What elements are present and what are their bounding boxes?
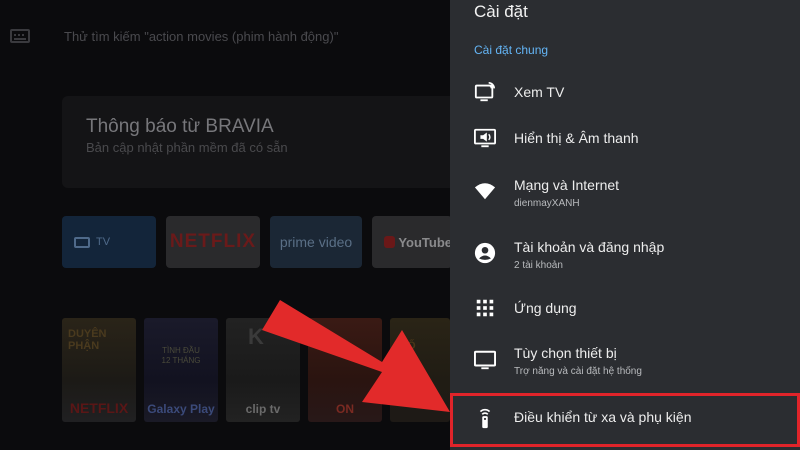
poster-provider-label: Galaxy Play bbox=[147, 402, 215, 416]
keyboard-icon[interactable] bbox=[10, 29, 30, 43]
poster-provider-label: clip tv bbox=[245, 402, 281, 416]
poster-provider-label: NETFLIX bbox=[69, 400, 129, 416]
menu-item-title: Điều khiển từ xa và phụ kiện bbox=[514, 409, 692, 425]
search-hint: Thử tìm kiếm "action movies (phim hành đ… bbox=[64, 28, 339, 44]
apps-grid-icon bbox=[474, 297, 496, 319]
notification-subtitle: Bản cập nhật phần mềm đã có sẵn bbox=[86, 140, 288, 155]
app-tile-tv[interactable]: TV bbox=[62, 216, 156, 268]
menu-item-title: Mạng và Internet bbox=[514, 177, 620, 193]
home-screen-background: Thử tìm kiếm "action movies (phim hành đ… bbox=[0, 0, 450, 450]
menu-item-remotes-accessories[interactable]: Điều khiển từ xa và phụ kiện bbox=[450, 393, 800, 447]
monitor-icon bbox=[474, 349, 496, 371]
app-tile-youtube[interactable]: YouTube bbox=[372, 216, 450, 268]
app-label: prime video bbox=[279, 234, 353, 250]
notification-card[interactable]: Thông báo từ BRAVIA Bản cập nhật phần mề… bbox=[62, 96, 450, 188]
content-poster[interactable]: DUYÊN PHẬN NETFLIX bbox=[62, 318, 136, 422]
poster-art-text: DUYÊN PHẬN bbox=[68, 328, 107, 352]
app-tile-netflix[interactable]: NETFLIX bbox=[166, 216, 260, 268]
remote-icon bbox=[474, 407, 496, 429]
content-poster[interactable]: K clip tv bbox=[226, 318, 300, 422]
menu-item-device-preferences[interactable]: Tùy chọn thiết bị Trợ năng và cài đặt hệ… bbox=[450, 332, 800, 386]
app-label: NETFLIX bbox=[169, 231, 257, 252]
menu-item-network[interactable]: Mạng và Internet dienmayXANH bbox=[450, 164, 800, 218]
tv-icon bbox=[74, 236, 90, 248]
tv-signal-icon bbox=[474, 81, 496, 103]
search-bar[interactable]: Thử tìm kiếm "action movies (phim hành đ… bbox=[10, 26, 338, 46]
menu-item-title: Xem TV bbox=[514, 84, 565, 100]
notification-title: Thông báo từ BRAVIA bbox=[86, 116, 274, 137]
youtube-play-icon bbox=[384, 236, 396, 248]
app-tile-prime-video[interactable]: prime video bbox=[270, 216, 362, 268]
menu-item-title: Hiển thị & Âm thanh bbox=[514, 130, 639, 146]
menu-item-subtitle: 2 tài khoản bbox=[514, 260, 563, 271]
menu-item-display-sound[interactable]: Hiển thị & Âm thanh bbox=[450, 112, 800, 166]
poster-art-text: K bbox=[248, 324, 264, 349]
menu-item-title: Tài khoản và đăng nhập bbox=[514, 239, 665, 255]
content-poster[interactable]: MỐ bbox=[390, 318, 450, 422]
wifi-icon bbox=[474, 180, 496, 202]
content-poster[interactable]: ON bbox=[308, 318, 382, 422]
poster-art-text: TÌNH ĐẦU 12 THÁNG bbox=[161, 346, 201, 365]
menu-item-apps[interactable]: Ứng dụng bbox=[450, 282, 800, 336]
poster-art-text: MỐ bbox=[398, 340, 416, 352]
settings-title: Cài đặt bbox=[474, 2, 528, 21]
account-icon bbox=[474, 242, 496, 264]
app-label: TV bbox=[96, 236, 111, 248]
menu-item-subtitle: Trợ năng và cài đặt hệ thống bbox=[514, 366, 642, 377]
poster-provider-label: ON bbox=[336, 402, 354, 416]
menu-item-subtitle: dienmayXANH bbox=[514, 198, 580, 209]
app-label: YouTube bbox=[398, 234, 450, 250]
section-label-general: Cài đặt chung bbox=[474, 43, 549, 57]
display-sound-icon bbox=[474, 127, 496, 149]
settings-panel: Cài đặt Cài đặt chung Xem TV Hiển thị & … bbox=[450, 0, 800, 450]
content-poster[interactable]: TÌNH ĐẦU 12 THÁNG Galaxy Play bbox=[144, 318, 218, 422]
menu-item-title: Tùy chọn thiết bị bbox=[514, 345, 617, 361]
menu-item-title: Ứng dụng bbox=[514, 300, 577, 316]
menu-item-accounts[interactable]: Tài khoản và đăng nhập 2 tài khoản bbox=[450, 226, 800, 280]
